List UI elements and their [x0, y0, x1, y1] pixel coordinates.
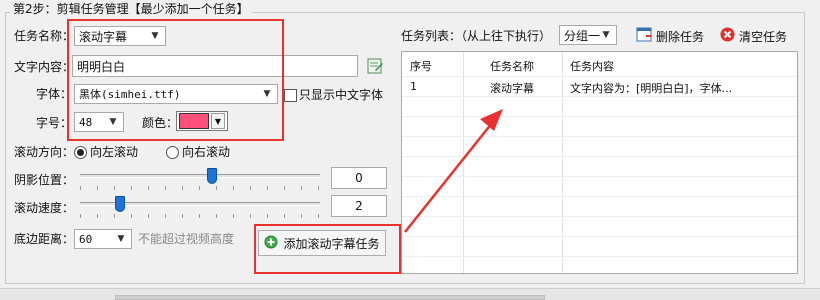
speed-slider[interactable] [80, 192, 320, 222]
delete-task-button[interactable]: 删除任务 [636, 27, 704, 45]
row-name: 滚动字幕 [490, 82, 534, 95]
slider-thumb[interactable] [115, 196, 125, 212]
speed-label: 滚动速度： [14, 201, 75, 215]
step-title: 第2步：剪辑任务管理【最少添加一个任务】 [10, 2, 252, 16]
chevron-down-icon: ▼ [117, 234, 125, 244]
radio-dot [74, 145, 87, 159]
bottom-distance-select[interactable]: 60 ▼ [74, 229, 132, 249]
task-name-label: 任务名称： [14, 29, 75, 43]
row-divider [402, 236, 797, 237]
task-list-grid[interactable]: 序号 任务名称 任务内容 1 滚动字幕 文字内容为：[明明白白]，字体... [401, 51, 798, 274]
row-divider [402, 256, 797, 257]
speed-value-box[interactable]: 2 [331, 195, 387, 217]
table-row[interactable]: 1 滚动字幕 文字内容为：[明明白白]，字体... [402, 77, 797, 96]
scroll-left-radio[interactable]: 向左滚动 [74, 144, 138, 160]
row-divider [402, 136, 797, 137]
column-header-name: 任务名称 [490, 60, 534, 73]
row-divider [402, 196, 797, 197]
text-content-label: 文字内容： [14, 60, 75, 74]
add-icon [264, 235, 278, 252]
clear-task-label: 清空任务 [739, 29, 788, 44]
row-divider [402, 96, 797, 97]
column-header-index: 序号 [410, 60, 432, 73]
add-scroll-subtitle-button[interactable]: 添加滚动字幕任务 [258, 230, 386, 256]
shadow-slider[interactable] [80, 164, 320, 194]
chinese-only-checkbox[interactable]: 只显示中文字体 [284, 87, 383, 103]
group-value: 分组一 [564, 28, 600, 43]
bottom-distance-hint: 不能超过视频高度 [138, 232, 235, 246]
scroll-right-radio[interactable]: 向右滚动 [166, 144, 230, 160]
row-divider [402, 216, 797, 217]
group-select[interactable]: 分组一 ▼ [559, 25, 617, 45]
row-index: 1 [410, 80, 417, 93]
scroll-left-label: 向左滚动 [90, 145, 139, 159]
scroll-right-label: 向右滚动 [182, 145, 231, 159]
checkbox-box [284, 88, 297, 102]
column-header-content: 任务内容 [570, 60, 614, 73]
row-divider [402, 156, 797, 157]
shadow-label: 阴影位置： [14, 173, 75, 187]
task-list-label: 任务列表：（从上往下执行） [401, 29, 552, 43]
slider-track [80, 174, 320, 178]
shadow-value-box[interactable]: 0 [331, 167, 387, 189]
clear-task-button[interactable]: 清空任务 [720, 27, 787, 45]
bottom-distance-value: 60 [79, 232, 93, 246]
delete-task-label: 删除任务 [656, 29, 705, 44]
delete-window-icon [636, 27, 652, 45]
slider-ticks [80, 186, 320, 190]
scroll-direction-label: 滚动方向： [14, 145, 75, 159]
row-content: 文字内容为：[明明白白]，字体... [570, 82, 733, 95]
bottom-distance-label: 底边距离： [14, 232, 75, 246]
shadow-value: 0 [355, 171, 363, 185]
clear-x-icon [720, 27, 735, 45]
highlight-settings-box [67, 19, 284, 141]
slider-ticks [80, 214, 320, 218]
slider-thumb[interactable] [207, 168, 217, 184]
row-divider [402, 116, 797, 117]
row-divider [402, 176, 797, 177]
add-button-label: 添加滚动字幕任务 [283, 236, 380, 251]
radio-dot [166, 145, 179, 159]
chevron-down-icon: ▼ [602, 30, 610, 40]
text-editor-icon[interactable] [366, 57, 384, 75]
horizontal-scrollbar[interactable] [115, 295, 545, 300]
chinese-only-label: 只显示中文字体 [299, 88, 384, 102]
speed-value: 2 [355, 199, 363, 213]
